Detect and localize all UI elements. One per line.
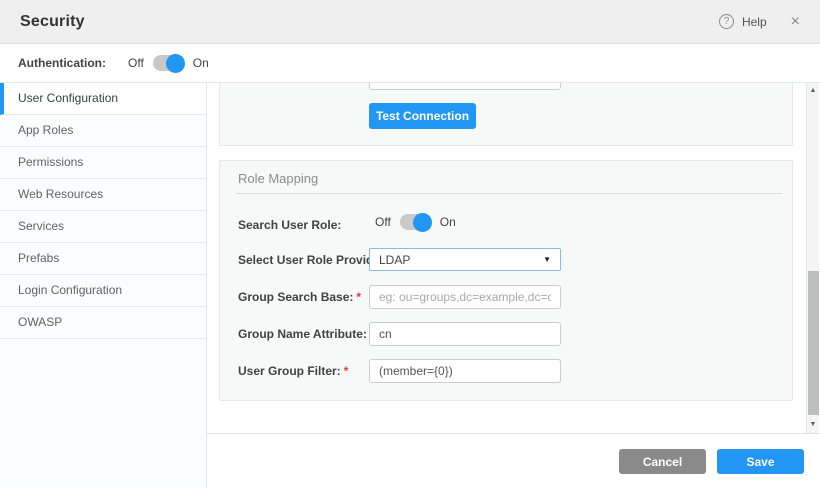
sidebar-item-web-resources[interactable]: Web Resources xyxy=(0,179,206,211)
scroll-down-arrow-icon[interactable]: ▼ xyxy=(807,419,819,431)
group-name-attribute-label: Group Name Attribute:* xyxy=(238,327,375,341)
authentication-label: Authentication: xyxy=(18,56,106,70)
main-area: User Configuration App Roles Permissions… xyxy=(0,83,820,488)
app-header: Security ? Help × xyxy=(0,0,820,44)
search-user-role-toggle-group: Off On xyxy=(375,214,456,230)
footer-action-bar: Cancel Save xyxy=(207,433,819,488)
sidebar-item-user-configuration[interactable]: User Configuration xyxy=(0,83,206,115)
search-user-role-toggle[interactable] xyxy=(400,214,431,230)
role-mapping-panel: Role Mapping Search User Role: Off On Se… xyxy=(219,160,793,401)
group-name-attribute-input[interactable] xyxy=(369,322,561,346)
authentication-toggle[interactable] xyxy=(153,55,184,71)
sidebar-item-owasp[interactable]: OWASP xyxy=(0,307,206,339)
help-link[interactable]: Help xyxy=(742,15,767,29)
search-user-role-label: Search User Role: xyxy=(238,218,341,232)
sidebar-item-permissions[interactable]: Permissions xyxy=(0,147,206,179)
scrollable-form-area: Test Connection Role Mapping Search User… xyxy=(207,83,819,433)
search-user-role-on-label: On xyxy=(440,215,456,229)
toggle-knob xyxy=(413,213,432,232)
sidebar-item-app-roles[interactable]: App Roles xyxy=(0,115,206,147)
authentication-on-label: On xyxy=(193,56,209,70)
required-marker: * xyxy=(356,290,361,304)
user-role-provider-select[interactable]: LDAP ▼ xyxy=(369,248,561,271)
role-mapping-divider xyxy=(236,193,782,194)
authentication-off-label: Off xyxy=(128,56,144,70)
sidebar-item-login-configuration[interactable]: Login Configuration xyxy=(0,275,206,307)
save-button[interactable]: Save xyxy=(717,449,804,474)
sidebar-item-prefabs[interactable]: Prefabs xyxy=(0,243,206,275)
sidebar: User Configuration App Roles Permissions… xyxy=(0,83,207,488)
toggle-knob xyxy=(166,54,185,73)
user-group-filter-label: User Group Filter:* xyxy=(238,364,348,378)
required-marker: * xyxy=(344,364,349,378)
authentication-toggle-group: Off On xyxy=(128,55,209,71)
connection-settings-panel: Test Connection xyxy=(219,83,793,146)
cancel-button[interactable]: Cancel xyxy=(619,449,706,474)
header-actions: ? Help × xyxy=(719,14,800,30)
authentication-bar: Authentication: Off On xyxy=(0,44,820,83)
close-icon[interactable]: × xyxy=(791,14,800,30)
content-column: Test Connection Role Mapping Search User… xyxy=(207,83,819,488)
chevron-down-icon: ▼ xyxy=(543,255,551,264)
role-mapping-title: Role Mapping xyxy=(238,171,318,186)
test-connection-button[interactable]: Test Connection xyxy=(369,103,476,129)
sidebar-item-services[interactable]: Services xyxy=(0,211,206,243)
group-search-base-input[interactable] xyxy=(369,285,561,309)
provider-label: Select User Role Provider: xyxy=(238,253,389,267)
search-user-role-off-label: Off xyxy=(375,215,391,229)
connection-partial-input[interactable] xyxy=(369,83,561,90)
page-title: Security xyxy=(20,13,85,31)
scroll-up-arrow-icon[interactable]: ▲ xyxy=(807,85,819,97)
scrollbar-thumb[interactable] xyxy=(808,271,819,415)
vertical-scrollbar[interactable]: ▲ ▼ xyxy=(806,83,819,433)
group-search-base-label: Group Search Base:* xyxy=(238,290,361,304)
help-icon[interactable]: ? xyxy=(719,14,734,29)
provider-selected-value: LDAP xyxy=(379,253,410,267)
user-group-filter-input[interactable] xyxy=(369,359,561,383)
